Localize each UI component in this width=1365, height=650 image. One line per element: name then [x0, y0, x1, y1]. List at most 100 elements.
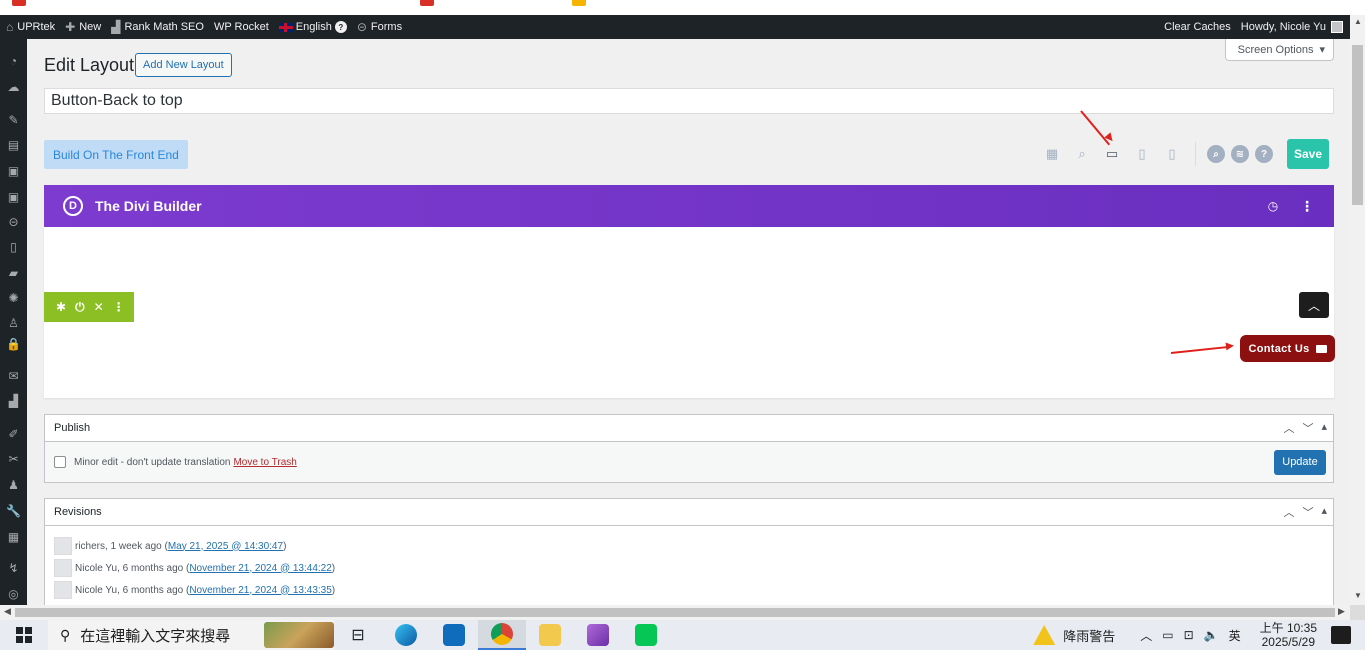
media-icon[interactable]: ▣ — [6, 163, 21, 178]
power-icon[interactable]: ⏻ — [75, 300, 85, 315]
gear-icon[interactable]: ✱ — [56, 300, 66, 314]
scroll-down-icon[interactable]: ▼ — [1354, 591, 1362, 600]
scrollbar-thumb[interactable] — [15, 608, 1335, 617]
scrollbar-thumb[interactable] — [1352, 45, 1363, 205]
edge-app[interactable] — [382, 620, 430, 650]
wp-rocket-link[interactable]: WP Rocket — [209, 15, 274, 39]
language-switcher[interactable]: English ? — [274, 15, 352, 39]
layers-icon[interactable]: ≋ — [1231, 145, 1249, 163]
rank-math-link[interactable]: ▟ Rank Math SEO — [106, 15, 209, 39]
task-view-button[interactable]: ⊟ — [334, 620, 382, 650]
revision-link[interactable]: November 21, 2024 @ 13:43:35 — [189, 585, 331, 596]
update-button[interactable]: Update — [1274, 449, 1326, 475]
move-to-trash-link[interactable]: Move to Trash — [233, 457, 296, 468]
collapse-icon[interactable]: ◎ — [6, 586, 21, 601]
tools-icon[interactable]: 🔧 — [6, 503, 21, 518]
search-icon[interactable]: ⌕ — [1207, 145, 1225, 163]
volume-icon[interactable]: 🔈 — [1204, 628, 1219, 642]
user-icon[interactable]: ♟ — [6, 477, 21, 492]
desktop-view-icon[interactable]: ▭ — [1097, 139, 1127, 169]
layout-title-input[interactable]: Button-Back to top — [44, 88, 1334, 114]
chevron-up-icon[interactable]: ︿ — [1283, 504, 1294, 520]
clock[interactable]: 上午 10:35 2025/5/29 — [1260, 621, 1317, 649]
site-name-link[interactable]: ⌂ UPRtek — [0, 15, 60, 39]
revision-link[interactable]: May 21, 2025 @ 14:30:47 — [168, 541, 283, 552]
divi-icon[interactable]: ✺ — [6, 290, 21, 305]
language-badge: ? — [334, 21, 347, 33]
tablet-view-icon[interactable]: ▯ — [1127, 139, 1157, 169]
appearance-icon[interactable]: ✐ — [6, 426, 21, 441]
scroll-up-icon[interactable]: ▲ — [1354, 17, 1362, 26]
more-options-icon[interactable]: ⋮ — [113, 300, 125, 314]
network-icon[interactable]: ⊡ — [1184, 628, 1194, 642]
layouts-icon[interactable]: ▤ — [6, 137, 21, 152]
home-icon: ⌂ — [6, 20, 14, 34]
file-explorer-app[interactable] — [526, 620, 574, 650]
screen-options-button[interactable]: Screen Options ▾ — [1224, 39, 1334, 61]
divi-logo: D — [63, 196, 83, 216]
tab-favicon[interactable] — [12, 0, 26, 6]
my-account-link[interactable]: Howdy, Nicole Yu — [1236, 15, 1365, 39]
settings-icon[interactable]: ▦ — [6, 529, 21, 544]
back-to-top-button[interactable]: ︿ — [1299, 292, 1329, 318]
comments-icon[interactable]: ▰ — [6, 265, 21, 280]
publish-box-header: Publish ︿ ﹀ ▴ — [45, 415, 1333, 442]
scroll-right-icon[interactable]: ▶ — [1338, 606, 1345, 617]
users-icon[interactable]: ♙ — [6, 315, 21, 330]
outlook-app[interactable] — [430, 620, 478, 650]
rank-math-icon[interactable]: ▟ — [6, 393, 21, 408]
horizontal-scrollbar[interactable]: ◀ ▶ — [0, 605, 1350, 620]
start-button[interactable] — [0, 620, 48, 650]
pages-icon[interactable]: ▯ — [6, 239, 21, 254]
notification-icon[interactable] — [1331, 626, 1351, 644]
new-content-link[interactable]: ✚ New — [60, 15, 106, 39]
battery-icon[interactable]: ▭ — [1162, 628, 1173, 642]
divi-builder-canvas: ✱ ⏻ ✕ ⋮ ︿ Contact Us — [44, 227, 1335, 398]
tab-favicon[interactable] — [572, 0, 586, 6]
feather-app[interactable] — [574, 620, 622, 650]
plugins-icon[interactable]: ✂ — [6, 451, 21, 466]
contact-us-button[interactable]: Contact Us — [1240, 335, 1335, 362]
chevron-up-icon[interactable]: ︿ — [1283, 420, 1294, 436]
vertical-scrollbar[interactable]: ▲ ▼ — [1350, 15, 1365, 605]
zoom-icon[interactable]: ⌕ — [1067, 139, 1097, 169]
cloud-icon[interactable]: ☁ — [6, 79, 21, 94]
ime-indicator[interactable]: 英 — [1229, 627, 1241, 644]
system-tray: 降雨警告 ︿ ▭ ⊡ 🔈 英 上午 10:35 2025/5/29 — [1033, 620, 1365, 650]
scrollbar-corner — [1350, 605, 1365, 620]
build-front-end-button[interactable]: Build On The Front End — [44, 140, 188, 169]
taskbar-search[interactable]: ⚲ 在這裡輸入文字來搜尋 — [48, 620, 334, 650]
forms-icon[interactable]: ⊝ — [6, 214, 21, 229]
chrome-app[interactable] — [478, 620, 526, 650]
line-app[interactable] — [622, 620, 670, 650]
tab-favicon[interactable] — [420, 0, 434, 6]
toggle-panel-icon[interactable]: ▴ — [1321, 420, 1327, 436]
chevron-down-icon[interactable]: ﹀ — [1302, 504, 1313, 520]
chevron-up-icon[interactable]: ︿ — [1140, 627, 1152, 644]
close-icon[interactable]: ✕ — [94, 300, 104, 314]
weather-label[interactable]: 降雨警告 — [1063, 626, 1115, 645]
forms-link[interactable]: ⊝ Forms — [352, 15, 407, 39]
media-icon[interactable]: ▣ — [6, 189, 21, 204]
dashboard-icon[interactable]: ◔ — [6, 53, 21, 68]
phone-view-icon[interactable]: ▯ — [1157, 139, 1187, 169]
minor-edit-checkbox[interactable] — [54, 456, 66, 468]
wp-admin-bar: ⌂ UPRtek ✚ New ▟ Rank Math SEO WP Rocket… — [0, 15, 1365, 39]
add-new-layout-button[interactable]: Add New Layout — [135, 53, 232, 77]
weather-warning-icon[interactable] — [1033, 625, 1056, 645]
lock-icon[interactable]: 🔒 — [6, 336, 21, 351]
mail-icon[interactable]: ✉ — [6, 368, 21, 383]
help-icon[interactable]: ? — [1255, 145, 1273, 163]
wpml-icon[interactable]: ↯ — [6, 560, 21, 575]
scroll-left-icon[interactable]: ◀ — [4, 606, 11, 617]
load-layout-icon[interactable]: ▦ — [1037, 139, 1067, 169]
posts-icon[interactable]: ✎ — [6, 112, 21, 127]
more-options-icon[interactable]: ⋮ — [1300, 198, 1314, 215]
save-button[interactable]: Save — [1287, 139, 1329, 169]
history-icon[interactable]: ◷ — [1266, 199, 1280, 213]
revision-link[interactable]: November 21, 2024 @ 13:44:22 — [189, 563, 331, 574]
chevron-down-icon[interactable]: ﹀ — [1302, 420, 1313, 436]
task-view-icon: ⊟ — [351, 627, 365, 644]
clear-caches-link[interactable]: Clear Caches — [1159, 15, 1236, 39]
toggle-panel-icon[interactable]: ▴ — [1321, 504, 1327, 520]
